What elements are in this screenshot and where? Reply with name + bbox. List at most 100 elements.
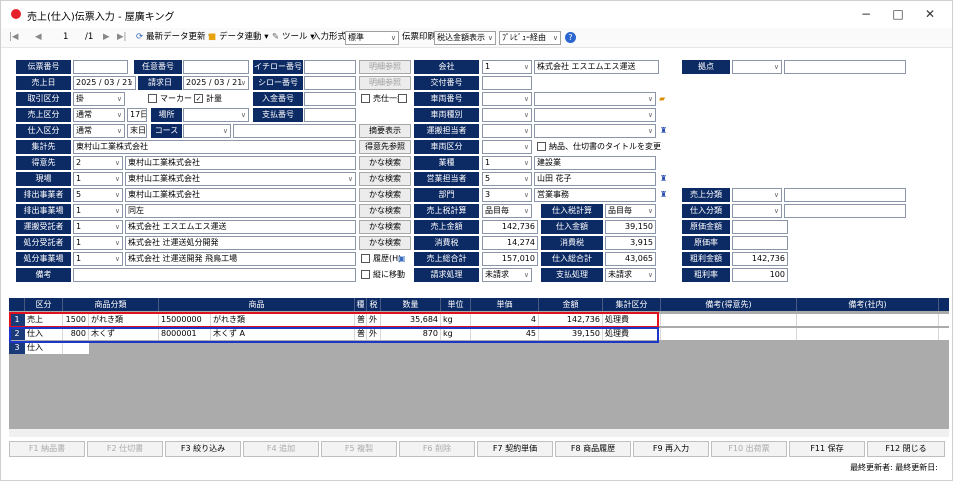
truck-icon[interactable]: ▰ <box>659 92 665 106</box>
detail-ref-button-2[interactable]: 明細参照 <box>359 76 411 90</box>
next-record-button[interactable]: ▶ <box>103 31 110 44</box>
f12-close-button[interactable]: F12 閉じる <box>867 441 945 457</box>
f2-invoice-button[interactable]: F2 仕切書 <box>87 441 163 457</box>
site-name-select[interactable]: 東村山工業株式会社 ∨ <box>125 172 356 186</box>
disposal-code-select[interactable]: 1 ∨ <box>73 236 123 250</box>
sales-person-code-select[interactable]: 5 ∨ <box>482 172 532 186</box>
col-kubun[interactable]: 区分 <box>25 298 63 311</box>
data-link-button[interactable]: データ連動 ▾ <box>219 31 268 44</box>
history-checkbox[interactable] <box>361 254 370 263</box>
any-no-input[interactable] <box>183 60 249 74</box>
vertical-move-checkbox[interactable] <box>361 270 370 279</box>
col-remark-internal[interactable]: 備考(社内) <box>797 298 939 311</box>
sales-date-input[interactable]: 2025 / 03 / 21 ∨ <box>73 76 136 90</box>
col-category[interactable]: 商品分類 <box>63 298 159 311</box>
col-agg[interactable]: 集計区分 <box>603 298 661 311</box>
f11-save-button[interactable]: F11 保存 <box>789 441 865 457</box>
purchase-type-select[interactable]: 通常 ∨ <box>73 124 125 138</box>
kana-search-button-1[interactable]: かな検索 <box>359 156 411 170</box>
cell-remark-customer[interactable] <box>661 314 797 326</box>
kana-search-button-4[interactable]: かな検索 <box>359 204 411 218</box>
refresh-button[interactable]: 最新データ更新 ▾ <box>146 31 212 44</box>
sales-type-select[interactable]: 通常 ∨ <box>73 108 125 122</box>
claim-proc-select[interactable]: 未請求 ∨ <box>482 268 532 282</box>
cell-kubun[interactable]: 仕入 <box>25 342 63 354</box>
kana-search-button-5[interactable]: かな検索 <box>359 220 411 234</box>
course-select[interactable]: ∨ <box>183 124 231 138</box>
col-product[interactable]: 商品 <box>159 298 355 311</box>
vehicle-kind-name-select[interactable]: ∨ <box>534 108 656 122</box>
vehicle-kind-select[interactable]: ∨ <box>482 108 532 122</box>
trade-type-select[interactable]: 掛 ∨ <box>73 92 125 106</box>
deposit-no-input[interactable] <box>304 92 356 106</box>
first-record-button[interactable]: |◀ <box>9 31 18 44</box>
binoculars-icon[interactable]: ♜ <box>660 124 667 138</box>
col-price[interactable]: 単価 <box>471 298 539 311</box>
vehicle-name-select[interactable]: ∨ <box>534 92 656 106</box>
help-icon[interactable]: ? <box>565 32 576 43</box>
vehicle-no-select[interactable]: ∨ <box>482 92 532 106</box>
collect-input[interactable]: 東村山工業株式会社 <box>73 140 356 154</box>
col-kind[interactable]: 種 <box>355 298 367 311</box>
sales-tax-calc-select[interactable]: 品目毎 ∨ <box>482 204 532 218</box>
claim-date-input[interactable]: 2025 / 03 / 21 ∨ <box>183 76 249 90</box>
binoculars-icon[interactable]: ♜ <box>660 188 667 202</box>
transport-code-select[interactable]: 1 ∨ <box>73 220 123 234</box>
site-code-select[interactable]: 1 ∨ <box>73 172 123 186</box>
industry-code-select[interactable]: 1 ∨ <box>482 156 532 170</box>
kana-search-button-3[interactable]: かな検索 <box>359 188 411 202</box>
cell-remark-customer[interactable] <box>661 328 797 340</box>
sales-batch-checkbox[interactable] <box>361 94 370 103</box>
company-code-select[interactable]: 1 ∨ <box>482 60 532 74</box>
history-icon[interactable]: ▣ <box>398 252 406 266</box>
purchase-class-select[interactable]: ∨ <box>732 204 782 218</box>
f4-add-button[interactable]: F4 追加 <box>243 441 319 457</box>
prev-record-button[interactable]: ◀ <box>35 31 42 44</box>
col-remark-customer[interactable]: 備考(得意先) <box>661 298 797 311</box>
f1-delivery-button[interactable]: F1 納品書 <box>9 441 85 457</box>
marker-checkbox[interactable] <box>148 94 157 103</box>
customer-ref-button[interactable]: 得意先参照 <box>359 140 411 154</box>
kana-search-button-2[interactable]: かな検索 <box>359 172 411 186</box>
detail-ref-button-1[interactable]: 明細参照 <box>359 60 411 74</box>
kana-search-button-6[interactable]: かな検索 <box>359 236 411 250</box>
table-row[interactable]: 3 仕入 <box>9 342 89 354</box>
col-unit[interactable]: 単位 <box>441 298 471 311</box>
row-number[interactable]: 3 <box>9 342 25 354</box>
col-amount[interactable]: 金額 <box>539 298 603 311</box>
minimize-button[interactable]: − <box>851 5 881 23</box>
customer-code-select[interactable]: 2 ∨ <box>73 156 123 170</box>
purchase-tax-calc-select[interactable]: 品目毎 ∨ <box>605 204 656 218</box>
pay-no-input[interactable] <box>304 108 356 122</box>
slip-no-input[interactable] <box>73 60 128 74</box>
f9-reenter-button[interactable]: F9 再入力 <box>633 441 709 457</box>
summary-button[interactable]: 摘要表示 <box>359 124 411 138</box>
ichiro-no-input[interactable] <box>304 60 356 74</box>
f3-filter-button[interactable]: F3 絞り込み <box>165 441 241 457</box>
tools-button[interactable]: ツール ▾ <box>282 31 314 44</box>
disposal-site-code-select[interactable]: 1 ∨ <box>73 252 123 266</box>
col-qty[interactable]: 数量 <box>381 298 441 311</box>
binoculars-icon[interactable]: ♜ <box>660 172 667 186</box>
col-tax[interactable]: 税 <box>367 298 381 311</box>
sales-class-select[interactable]: ∨ <box>732 188 782 202</box>
driver-name-select[interactable]: ∨ <box>534 124 656 138</box>
sales-batch-checkbox-2[interactable] <box>398 94 407 103</box>
f7-contract-price-button[interactable]: F7 契約単価 <box>477 441 553 457</box>
emit-site-code-select[interactable]: 1 ∨ <box>73 204 123 218</box>
emitter-code-select[interactable]: 5 ∨ <box>73 188 123 202</box>
tax-display-select[interactable]: 税込金額表示 ∨ <box>434 31 496 45</box>
pay-proc-select[interactable]: 未請求 ∨ <box>605 268 656 282</box>
horizontal-scrollbar[interactable] <box>9 429 949 437</box>
last-record-button[interactable]: ▶| <box>117 31 126 44</box>
f5-copy-button[interactable]: F5 複製 <box>321 441 397 457</box>
vehicle-class-select[interactable]: ∨ <box>482 140 532 154</box>
place-select[interactable]: ∨ <box>183 108 249 122</box>
f10-shipping-button[interactable]: F10 出荷票 <box>711 441 787 457</box>
cell-remark-internal[interactable] <box>797 328 939 340</box>
f6-delete-button[interactable]: F6 削除 <box>399 441 475 457</box>
dept-code-select[interactable]: 3 ∨ <box>482 188 532 202</box>
note-title-checkbox[interactable] <box>537 142 546 151</box>
cell-remark-internal[interactable] <box>797 314 939 326</box>
weighing-checkbox[interactable]: ✓ <box>194 94 203 103</box>
